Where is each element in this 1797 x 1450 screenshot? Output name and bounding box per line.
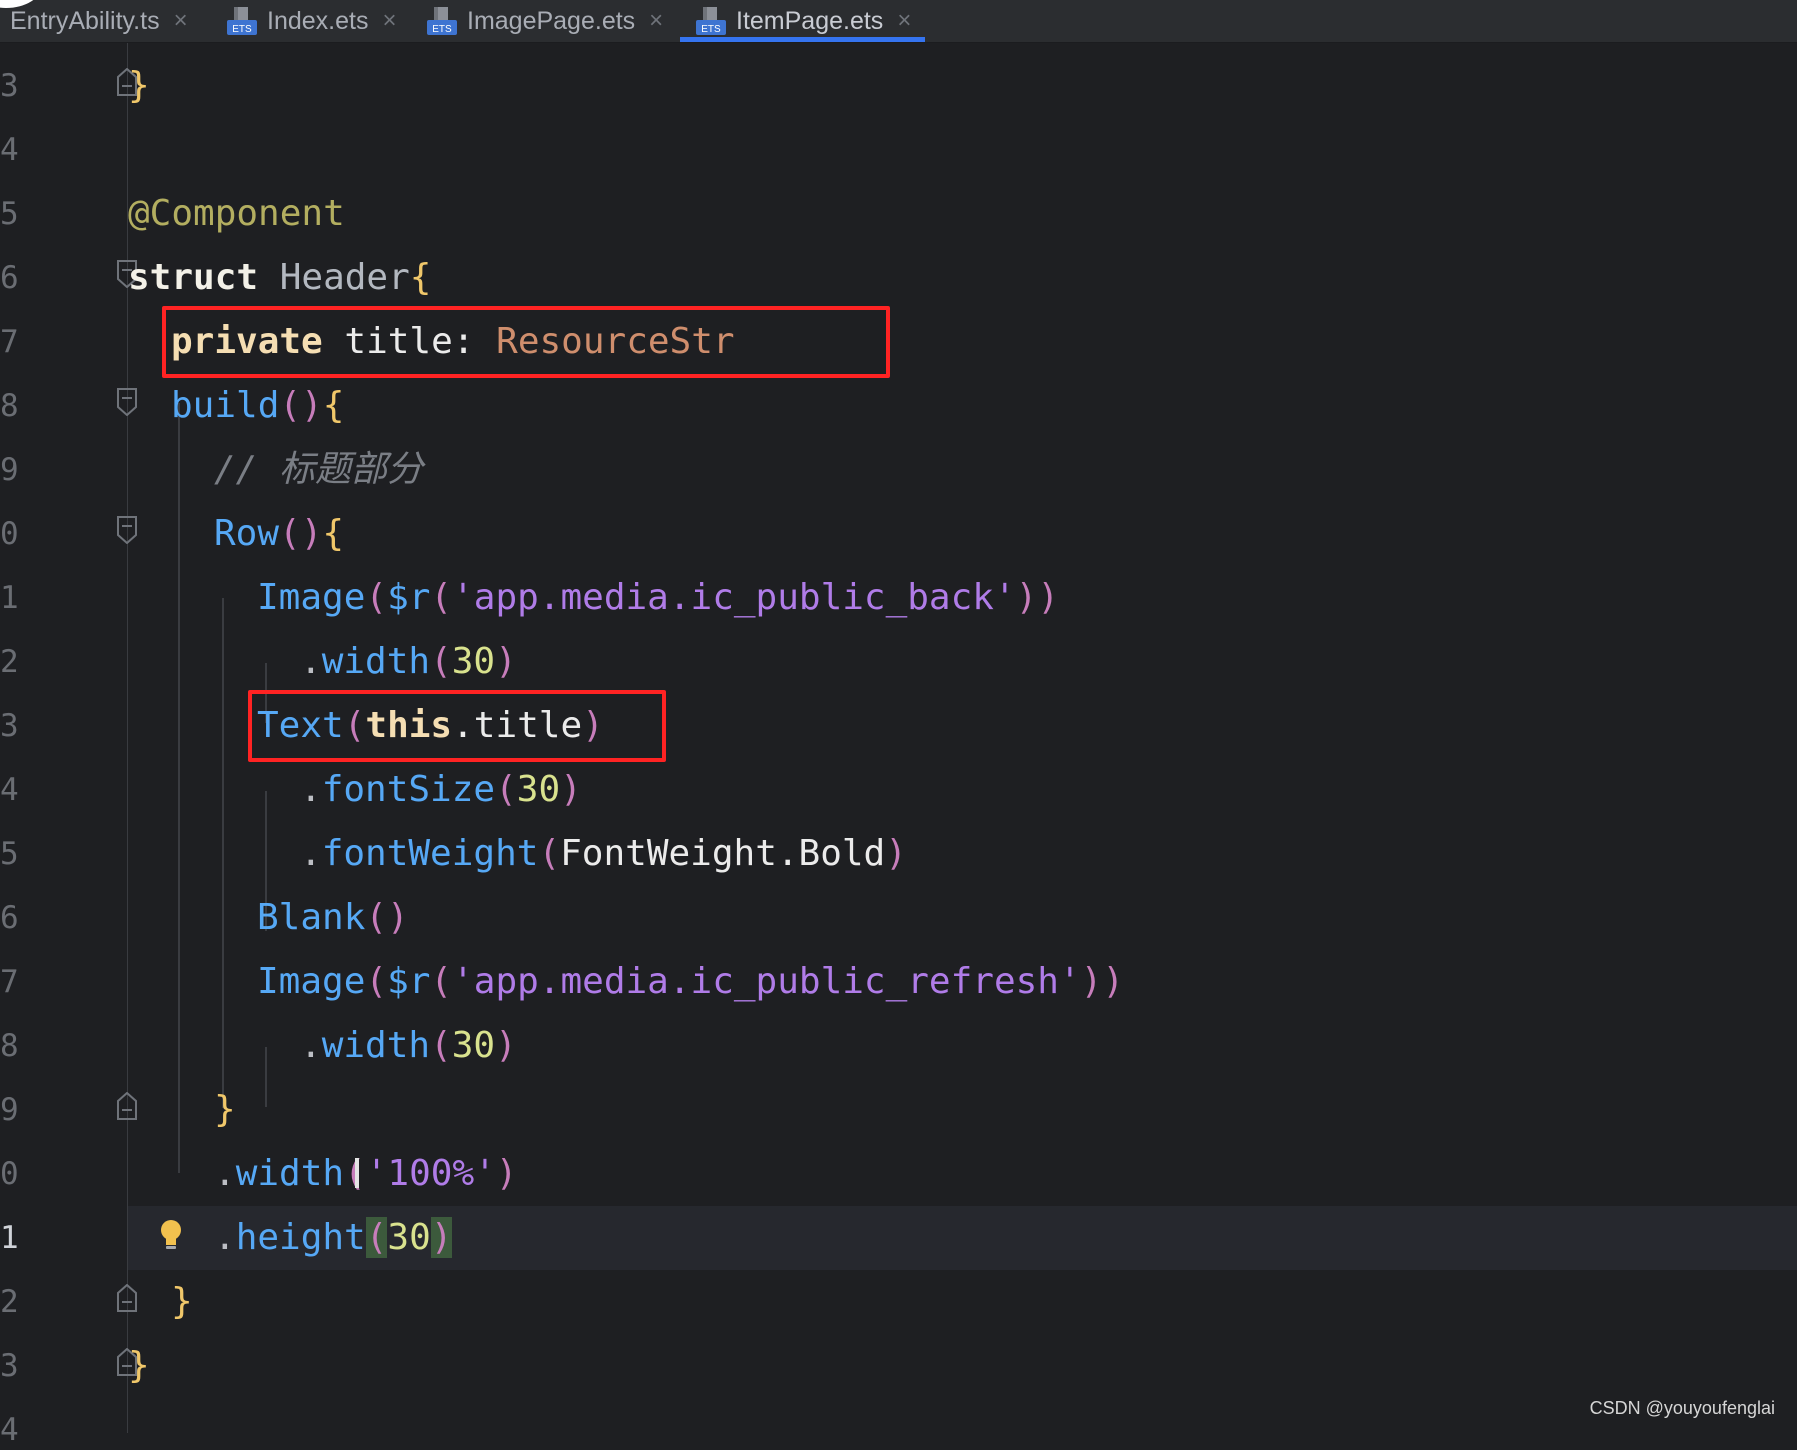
code-editor[interactable]: } @Component struct Header{ private titl… — [128, 43, 1797, 1433]
ets-file-icon: ETS — [695, 6, 727, 36]
tab-label: ItemPage.ets — [736, 6, 884, 35]
close-icon[interactable]: × — [897, 7, 911, 35]
code-line: } — [171, 1281, 193, 1322]
code-line-current: .height(30) — [214, 1217, 453, 1258]
watermark: CSDN @youyoufenglai — [1589, 1398, 1775, 1418]
matched-paren: ) — [430, 1217, 453, 1258]
active-tab-indicator — [680, 37, 926, 42]
tab-label: Index.ets — [267, 6, 369, 35]
tab-index[interactable]: ETS Index.ets × — [226, 0, 396, 42]
lightbulb-icon[interactable] — [158, 1218, 184, 1252]
line-number: 2 — [0, 644, 19, 680]
tab-label: ImagePage.ets — [467, 6, 636, 35]
line-number: 8 — [0, 1028, 19, 1064]
line-number: 5 — [0, 836, 19, 872]
tab-entryability[interactable]: EntryAbility.ts × — [10, 0, 188, 42]
editor-tab-bar: EntryAbility.ts × ETS Index.ets × ETS Im… — [0, 0, 1797, 43]
code-line: Image($r('app.media.ic_public_refresh')) — [257, 961, 1125, 1002]
ets-file-icon: ETS — [426, 6, 458, 36]
line-number: 8 — [0, 388, 19, 424]
line-number: 3 — [0, 708, 19, 744]
line-number: 7 — [0, 964, 19, 1000]
highlight-box-text-title — [248, 690, 666, 762]
code-line: } — [128, 65, 150, 106]
ets-file-icon: ETS — [226, 6, 258, 36]
line-number-current: 1 — [0, 1220, 19, 1256]
code-line: // 标题部分 — [214, 449, 424, 490]
line-number: 4 — [0, 132, 19, 168]
code-line: .fontWeight(FontWeight.Bold) — [300, 833, 907, 874]
close-icon[interactable]: × — [382, 7, 396, 35]
indent-guide — [178, 403, 180, 1173]
code-line: .width(30) — [300, 641, 517, 682]
code-line: Row(){ — [214, 513, 345, 554]
line-number: 7 — [0, 324, 19, 360]
code-line: } — [214, 1089, 236, 1130]
indent-guide — [222, 598, 224, 1108]
code-line: @Component — [128, 193, 345, 234]
matched-paren: ( — [365, 1217, 388, 1258]
line-number: 0 — [0, 516, 19, 552]
ibeam-cursor — [355, 1158, 359, 1188]
line-number: 9 — [0, 1092, 19, 1128]
line-number: 4 — [0, 1412, 19, 1448]
tab-itempage[interactable]: ETS ItemPage.ets × — [680, 0, 926, 42]
code-line: Blank() — [257, 897, 409, 938]
svg-text:ETS: ETS — [432, 24, 452, 35]
code-line: Image($r('app.media.ic_public_back')) — [257, 577, 1059, 618]
line-number: 3 — [0, 1348, 19, 1384]
code-line: .width(30) — [300, 1025, 517, 1066]
svg-text:ETS: ETS — [701, 24, 721, 35]
line-number: 9 — [0, 452, 19, 488]
line-number: 4 — [0, 772, 19, 808]
line-number: 6 — [0, 260, 19, 296]
line-number: 2 — [0, 1284, 19, 1320]
line-number-gutter: 3 4 5 6 7 8 9 0 1 2 3 4 5 6 7 8 9 0 1 2 … — [0, 43, 137, 1448]
highlight-box-private-title — [162, 306, 890, 378]
close-icon[interactable]: × — [174, 7, 188, 35]
code-line: struct Header{ — [128, 257, 432, 298]
code-line: build(){ — [171, 385, 345, 426]
code-line: } — [128, 1345, 150, 1386]
svg-text:ETS: ETS — [232, 24, 252, 35]
code-line: .width('100%') — [214, 1153, 518, 1194]
tab-imagepage[interactable]: ETS ImagePage.ets × — [426, 0, 663, 42]
close-icon[interactable]: × — [649, 7, 663, 35]
line-number: 5 — [0, 196, 19, 232]
code-line: .fontSize(30) — [300, 769, 582, 810]
line-number: 6 — [0, 900, 19, 936]
line-number: 1 — [0, 580, 19, 616]
line-number: 3 — [0, 68, 19, 104]
tab-label: EntryAbility.ts — [10, 6, 160, 35]
line-number: 0 — [0, 1156, 19, 1192]
